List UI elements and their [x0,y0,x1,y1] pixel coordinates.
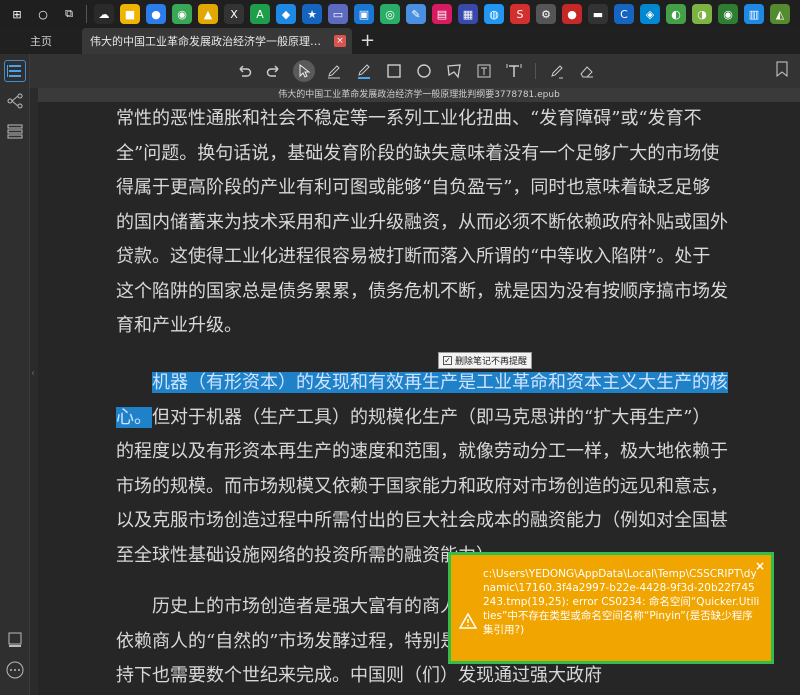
left-sidebar [0,54,30,695]
paragraph-2: 机器（有形资本）的发现和有效再生产是工业革命和资本主义大生产的核心。但对于机器（… [116,366,728,573]
app-icon-19[interactable]: C [614,4,634,24]
annotation-toolbar [30,54,800,88]
wechat-icon[interactable]: ◎ [380,4,400,24]
tab-title: 伟大的中国工业革命发展政治经济学一般原理批判纲要 [90,35,330,48]
file-title: 伟大的中国工业革命发展政治经济学一般原理批判纲要3778781.epub [38,88,800,102]
app-icon-20[interactable]: ◈ [640,4,660,24]
app-icon-12[interactable]: ▤ [432,4,452,24]
app-icon-7[interactable]: ◆ [276,4,296,24]
screen-icon[interactable] [4,629,26,651]
windows-taskbar: ⊞ ○ ⧉ ☁ ■ ● ◉ ▲ X A ◆ ★ ▭ ▣ ◎ ✎ ▤ ▦ ◍ S ⚙ ● ▬ C ◈ ◐ ◑ ◉ ▥ ◭ [0,0,800,28]
task-view-icon[interactable]: ⧉ [59,4,79,24]
paragraph-2-rest: 但对于机器（生产工具）的规模化生产（即马克思讲的“扩大再生产”）的程度以及有形资… [116,406,728,566]
app-icon-23[interactable]: ◉ [718,4,738,24]
app-icon-25[interactable]: ◭ [770,4,790,24]
chevron-left-icon[interactable]: ‹ [31,368,35,379]
rectangle-icon[interactable] [383,60,405,82]
app-icon-18[interactable]: ▬ [588,4,608,24]
tab-bar: 主页 伟大的中国工业革命发展政治经济学一般原理批判纲要 × + [0,28,800,54]
cursor-icon[interactable] [292,60,315,82]
polygon-icon[interactable] [443,60,465,82]
toc-icon[interactable] [4,60,26,82]
app-icon-21[interactable]: ◐ [666,4,686,24]
note-hint-label: 删除笔记不再提醒 [455,357,528,367]
windows-start-icon[interactable]: ⊞ [7,4,27,24]
app-icon-16[interactable]: ⚙ [536,4,556,24]
toolbar-divider [534,63,536,79]
tab-home[interactable]: 主页 [0,28,82,54]
undo-icon[interactable] [233,60,255,82]
chrome-icon[interactable]: ◉ [172,4,192,24]
pen-icon[interactable] [323,60,345,82]
tab-active-book[interactable]: 伟大的中国工业革命发展政治经济学一般原理批判纲要 × [82,28,352,54]
toast-message: c:\Users\YEDONG\AppData\Local\Temp\CSSCR… [483,568,760,636]
taskbar-separator [86,5,87,23]
warning-icon [458,612,478,633]
circle-icon[interactable] [413,60,435,82]
tab-close-icon[interactable]: × [334,35,346,47]
sidebar-bottom [0,623,30,689]
more-icon[interactable] [4,659,26,681]
app-icon-1[interactable]: ☁ [94,4,114,24]
list-icon[interactable] [4,120,26,142]
redo-icon[interactable] [263,60,285,82]
app-icon-3[interactable]: ● [146,4,166,24]
text-box-icon[interactable] [473,60,495,82]
app-icon-22[interactable]: ◑ [692,4,712,24]
new-tab-button[interactable]: + [360,28,375,54]
delete-note-hint[interactable]: ✓ 删除笔记不再提醒 [438,352,533,369]
app-icon-9[interactable]: ▭ [328,4,348,24]
highlighter-icon[interactable] [353,60,375,82]
app-icon-15[interactable]: S [510,4,530,24]
app-icon-8[interactable]: ★ [302,4,322,24]
app-icon-13[interactable]: ▦ [458,4,478,24]
app-icon-2[interactable]: ■ [120,4,140,24]
checkbox-icon[interactable]: ✓ [443,356,452,365]
app-icon-5[interactable]: X [224,4,244,24]
eraser-icon[interactable] [576,60,598,82]
app-icon-4[interactable]: ▲ [198,4,218,24]
search-icon[interactable]: ○ [33,4,53,24]
error-toast: × c:\Users\YEDONG\AppData\Local\Temp\CSS… [448,552,774,664]
app-icon-24[interactable]: ▥ [744,4,764,24]
app-icon-14[interactable]: ◍ [484,4,504,24]
marker-icon[interactable] [546,60,568,82]
app-icon-10[interactable]: ▣ [354,4,374,24]
paragraph-1: 常性的恶性通胀和社会不稳定等一系列工业化扭曲、“发育障碍”或“发育不全”问题。换… [116,108,728,336]
bookmark-icon[interactable] [776,61,788,81]
app-icon-11[interactable]: ✎ [406,4,426,24]
text-icon[interactable] [503,60,525,82]
mindmap-icon[interactable] [4,90,26,112]
app-icon-17[interactable]: ● [562,4,582,24]
app-icon-6[interactable]: A [250,4,270,24]
